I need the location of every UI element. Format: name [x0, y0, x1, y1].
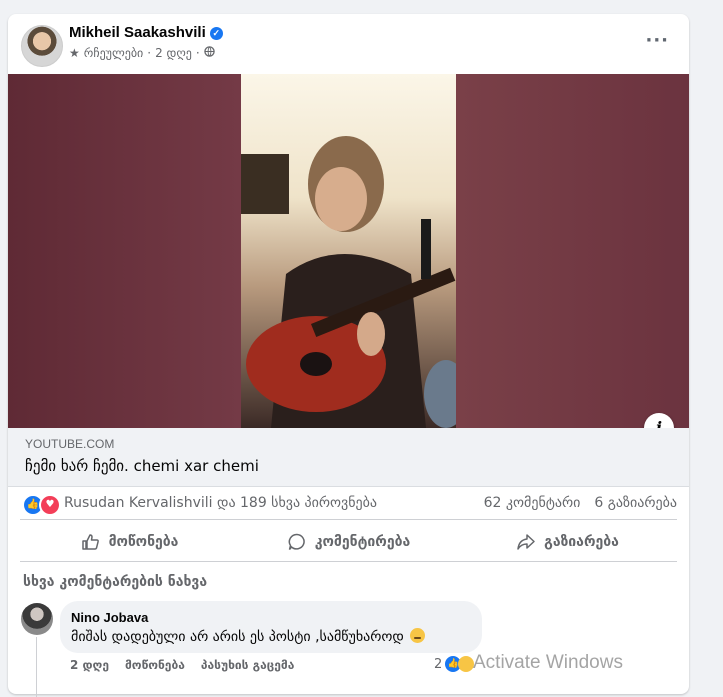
- author-name[interactable]: Mikheil Saakashvili ✓: [69, 24, 223, 41]
- share-button[interactable]: გაზიარება: [458, 524, 677, 560]
- comment-bubble-icon: [288, 533, 305, 550]
- shares-count[interactable]: 6 გაზიარება: [594, 495, 677, 511]
- meta-separator: ·: [195, 46, 200, 60]
- link-title[interactable]: ჩემი ხარ ჩემი. chemi xar chemi: [25, 457, 259, 475]
- engagement-counts: 62 კომენტარი 6 გაზიარება: [484, 495, 677, 511]
- post-card: Mikheil Saakashvili ✓ ★ რჩეულები · 2 დღე …: [8, 14, 689, 697]
- verified-badge-icon: ✓: [209, 27, 223, 40]
- windows-activation-watermark: Activate Windows: [473, 652, 623, 673]
- favorites-label[interactable]: რჩეულები: [84, 46, 143, 60]
- comment-author[interactable]: Nino Jobava: [71, 610, 148, 625]
- post-stats: 👍 ♥ Rusudan Kervalishvili და 189 სხვა პი…: [8, 487, 689, 519]
- video-blur-right: [456, 74, 689, 428]
- video-frame: [241, 74, 468, 428]
- like-button[interactable]: მოწონება: [20, 524, 239, 560]
- reply-thread-line: [36, 637, 37, 697]
- comment-button[interactable]: კომენტირება: [239, 524, 458, 560]
- comment-reactions[interactable]: 2 👍: [434, 656, 475, 672]
- share-label: გაზიარება: [544, 534, 619, 550]
- globe-icon: [203, 46, 215, 60]
- comment-like-button[interactable]: მოწონება: [125, 658, 185, 672]
- divider: [20, 519, 677, 520]
- comment-reply-button[interactable]: პასუხის გაცემა: [201, 658, 294, 672]
- comments-count[interactable]: 62 კომენტარი: [484, 495, 581, 511]
- meta-separator: ·: [147, 46, 152, 60]
- star-icon: ★: [69, 46, 80, 60]
- link-domain: YOUTUBE.COM: [25, 437, 115, 451]
- link-preview[interactable]: YOUTUBE.COM ჩემი ხარ ჩემი. chemi xar che…: [8, 428, 689, 487]
- reactions-summary[interactable]: Rusudan Kervalishvili და 189 სხვა პიროვნ…: [64, 495, 377, 511]
- reaction-icons[interactable]: 👍 ♥: [22, 494, 61, 516]
- comment-text: მიშას დადებული არ არის ეს პოსტი ,სამწუხა…: [71, 628, 425, 645]
- divider: [20, 561, 677, 562]
- more-options-icon[interactable]: ···: [645, 30, 669, 51]
- sad-face-emoji-icon: [409, 628, 425, 643]
- video-player[interactable]: i: [8, 74, 689, 428]
- author-avatar[interactable]: [21, 25, 63, 67]
- comment-text-content: მიშას დადებული არ არის ეს პოსტი ,სამწუხა…: [71, 629, 404, 645]
- share-arrow-icon: [517, 534, 535, 550]
- sad-reaction-icon: [458, 656, 475, 672]
- like-label: მოწონება: [108, 534, 179, 550]
- author-name-text[interactable]: Mikheil Saakashvili: [69, 24, 206, 41]
- comment-meta: 2 დღე მოწონება პასუხის გაცემა: [70, 658, 294, 672]
- commenter-avatar[interactable]: [21, 603, 53, 635]
- post-meta: ★ რჩეულები · 2 დღე ·: [69, 46, 215, 60]
- comment-label: კომენტირება: [314, 534, 411, 550]
- thumbs-up-icon: [81, 534, 99, 550]
- love-reaction-icon: ♥: [39, 494, 61, 516]
- video-blur-left: [8, 74, 241, 428]
- post-header: Mikheil Saakashvili ✓ ★ რჩეულები · 2 დღე …: [8, 14, 689, 74]
- post-actions: მოწონება კომენტირება გაზიარება: [20, 524, 677, 560]
- view-more-comments-link[interactable]: სხვა კომენტარების ნახვა: [23, 574, 207, 590]
- comment-time[interactable]: 2 დღე: [70, 658, 109, 672]
- comment-reaction-count: 2: [434, 656, 443, 672]
- video-scene-graphic: [241, 136, 468, 428]
- post-time[interactable]: 2 დღე: [155, 46, 192, 60]
- comment-bubble: Nino Jobava მიშას დადებული არ არის ეს პო…: [60, 601, 482, 653]
